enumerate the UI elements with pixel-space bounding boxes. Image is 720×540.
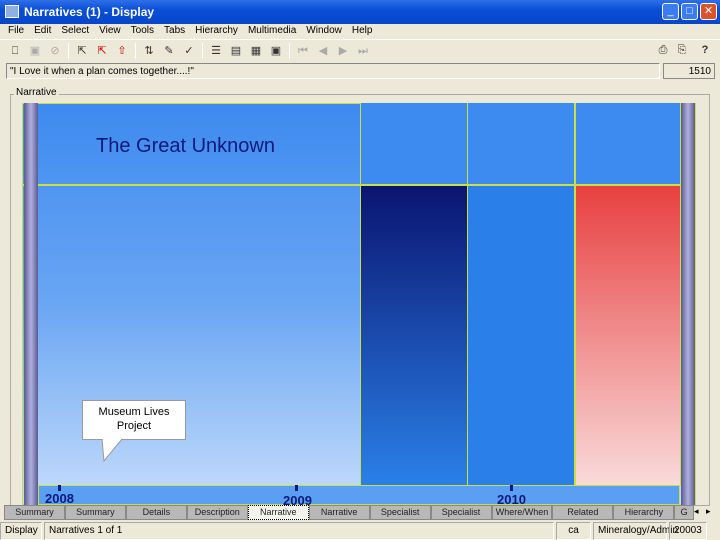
- menu-bar: File Edit Select View Tools Tabs Hierarc…: [0, 24, 720, 39]
- attach-icon[interactable]: ⎙: [656, 43, 670, 57]
- timeline-bar[interactable]: [38, 485, 680, 505]
- status-position: Narratives 1 of 1: [44, 522, 554, 540]
- tab-specialist[interactable]: Specialist: [369, 505, 431, 520]
- next-record-icon[interactable]: ▶: [336, 44, 350, 58]
- tab-scroll-left-icon[interactable]: ◂: [694, 506, 699, 517]
- select-add-icon[interactable]: ⇱: [95, 44, 109, 58]
- tab-strip: Summary Summary Details Description Narr…: [4, 505, 694, 520]
- status-id: 20003: [669, 522, 707, 540]
- column-2010: [467, 103, 575, 485]
- tab-where-when[interactable]: Where/When: [491, 505, 553, 520]
- tab-summary-2[interactable]: Summary: [64, 505, 126, 520]
- record-count: 1510: [663, 63, 715, 79]
- sort-icon[interactable]: ⇅: [142, 44, 156, 58]
- details-view-icon[interactable]: ▦: [249, 44, 263, 58]
- year-label-2008: 2008: [45, 491, 74, 506]
- page-view-icon[interactable]: ▤: [229, 44, 243, 58]
- separator: [289, 42, 290, 59]
- separator: [135, 42, 136, 59]
- tick-2010: [510, 485, 513, 491]
- tab-related[interactable]: Related: [552, 505, 614, 520]
- quote-field[interactable]: "I Love it when a plan comes together...…: [6, 63, 660, 79]
- minimize-button[interactable]: _: [662, 3, 679, 20]
- maximize-button[interactable]: □: [681, 3, 698, 20]
- tab-description[interactable]: Description: [186, 505, 248, 520]
- callout-pointer: [101, 439, 123, 463]
- status-bar: Display Narratives 1 of 1 ca Mineralogy/…: [0, 522, 720, 540]
- menu-window[interactable]: Window: [306, 24, 342, 39]
- menu-view[interactable]: View: [99, 24, 121, 39]
- tab-narrative-2[interactable]: Narrative: [308, 505, 370, 520]
- close-button[interactable]: ✕: [700, 3, 717, 20]
- toolbar: ⎕ ▣ ⊘ ⇱ ⇱ ⇧ ⇅ ✎ ✓ ☰ ▤ ▦ ▣ ⏮ ◀ ▶ ⏭: [0, 39, 720, 61]
- save-icon[interactable]: ▣: [28, 44, 42, 58]
- group-label: Narrative: [14, 87, 59, 98]
- status-mode: Display: [0, 522, 42, 540]
- tab-scroll-right-icon[interactable]: ▸: [706, 506, 711, 517]
- tab-hierarchy[interactable]: Hierarchy: [613, 505, 675, 520]
- separator: [202, 42, 203, 59]
- tab-summary[interactable]: Summary: [4, 505, 65, 520]
- narrative-title[interactable]: The Great Unknown: [96, 135, 275, 158]
- column-2009: [360, 103, 468, 485]
- callout-bubble[interactable]: Museum Lives Project: [82, 400, 186, 440]
- menu-help[interactable]: Help: [352, 24, 373, 39]
- status-lang: ca: [556, 522, 591, 540]
- spellcheck-icon[interactable]: ✓: [182, 44, 196, 58]
- tab-overflow[interactable]: G: [674, 505, 694, 520]
- last-record-icon[interactable]: ⏭: [356, 44, 370, 58]
- title-bar: Narratives (1) - Display: [0, 0, 720, 24]
- tab-specialist-2[interactable]: Specialist: [430, 505, 492, 520]
- column-future: [575, 103, 681, 485]
- left-pillar: [24, 103, 38, 505]
- display-view-icon[interactable]: ▣: [269, 44, 283, 58]
- window-title: Narratives (1) - Display: [24, 5, 155, 19]
- select-icon[interactable]: ⇱: [75, 44, 89, 58]
- prev-record-icon[interactable]: ◀: [316, 44, 330, 58]
- app-icon: [5, 5, 19, 18]
- status-user: Mineralogy/Admin: [593, 522, 678, 540]
- first-record-icon[interactable]: ⏮: [296, 44, 310, 58]
- right-pillar: [681, 103, 695, 505]
- record-icon[interactable]: ⎘: [675, 43, 689, 57]
- select-remove-icon[interactable]: ⇧: [115, 44, 129, 58]
- menu-select[interactable]: Select: [61, 24, 89, 39]
- menu-hierarchy[interactable]: Hierarchy: [195, 24, 238, 39]
- cancel-icon[interactable]: ⊘: [48, 44, 62, 58]
- list-view-icon[interactable]: ☰: [209, 44, 223, 58]
- tab-narrative[interactable]: Narrative: [247, 505, 309, 520]
- menu-file[interactable]: File: [8, 24, 24, 39]
- edit-icon[interactable]: ✎: [162, 44, 176, 58]
- menu-tabs[interactable]: Tabs: [164, 24, 185, 39]
- tick-2009: [295, 485, 298, 491]
- menu-tools[interactable]: Tools: [131, 24, 154, 39]
- header-divider: [22, 184, 696, 186]
- new-icon[interactable]: ⎕: [8, 44, 22, 58]
- help-cursor-icon[interactable]: ?: [698, 43, 712, 57]
- tab-details[interactable]: Details: [125, 505, 187, 520]
- menu-edit[interactable]: Edit: [34, 24, 51, 39]
- menu-multimedia[interactable]: Multimedia: [248, 24, 296, 39]
- separator: [68, 42, 69, 59]
